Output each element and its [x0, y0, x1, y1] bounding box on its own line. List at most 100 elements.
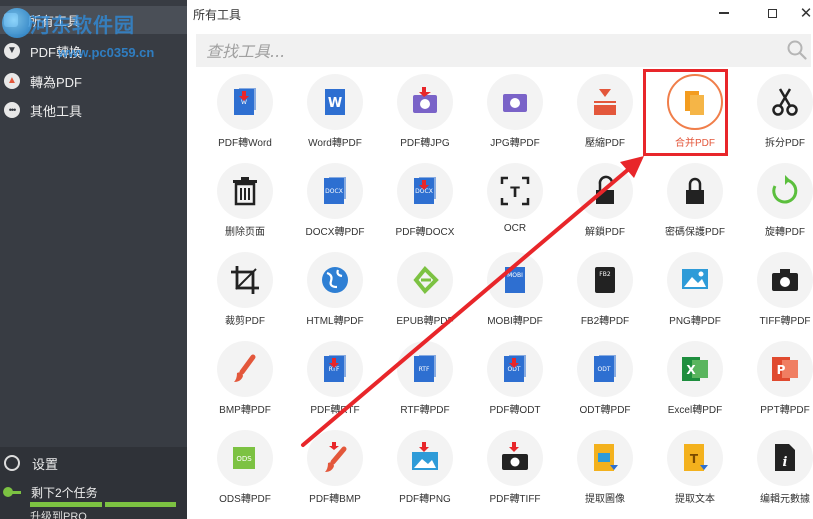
sidebar-item-label: PDF轉換	[30, 44, 83, 60]
svg-text:X: X	[686, 363, 696, 377]
tool-docx-to-pdf-button[interactable]: DOCX DOCX轉PDF	[290, 157, 380, 245]
sidebar-item-to-pdf[interactable]: ▲ 轉為PDF	[0, 67, 187, 95]
close-button[interactable]: ✕	[791, 2, 813, 24]
maximize-icon	[767, 8, 777, 18]
tool-camera-button[interactable]: TIFF轉PDF	[740, 246, 813, 334]
tool-label: PDF轉RTF	[310, 405, 360, 416]
tool-pdf-to-jpg-button[interactable]: PDF轉JPG	[380, 68, 470, 156]
minimize-icon	[719, 12, 729, 14]
tool-label: RTF轉PDF	[400, 405, 450, 416]
svg-text:FB2: FB2	[599, 271, 611, 278]
html-globe-icon	[307, 252, 363, 308]
tool-lock-button[interactable]: 密碼保護PDF	[650, 157, 740, 245]
tool-pdf-to-word-button[interactable]: W PDF轉Word	[200, 68, 290, 156]
tool-excel-button[interactable]: X Excel轉PDF	[650, 335, 740, 423]
tool-label: TIFF轉PDF	[759, 316, 811, 327]
sidebar-item-pdf-convert[interactable]: ▼ PDF轉換	[0, 37, 187, 65]
upload-icon: ▲	[4, 73, 20, 89]
metadata-icon: i	[757, 430, 813, 486]
tool-label: FB2轉PDF	[580, 316, 630, 327]
tool-html-globe-button[interactable]: HTML轉PDF	[290, 246, 380, 334]
pdf-to-jpg-icon	[397, 74, 453, 130]
tool-label: PDF轉TIFF	[489, 494, 541, 505]
tool-pdf-to-bmp-button[interactable]: PDF轉BMP	[290, 424, 380, 512]
upgrade-link[interactable]: 升级到PRO	[30, 508, 87, 519]
tool-label: JPG轉PDF	[490, 138, 540, 149]
tool-pdf-to-docx-button[interactable]: DOCX PDF轉DOCX	[380, 157, 470, 245]
sidebar-footer: 设置 剩下2个任务 升级到PRO	[0, 447, 187, 519]
tool-label: 解鎖PDF	[585, 227, 625, 238]
tool-pdf-to-rtf-button[interactable]: RTF PDF轉RTF	[290, 335, 380, 423]
tool-label: OCR	[503, 223, 527, 234]
tool-label: PDF轉BMP	[309, 494, 361, 505]
tool-ods-button[interactable]: ODS ODS轉PDF	[200, 424, 290, 512]
tool-extract-text-button[interactable]: T 提取文本	[650, 424, 740, 512]
camera-icon	[757, 252, 813, 308]
tasks-progress-bar	[30, 502, 176, 507]
tool-pdf-to-png-button[interactable]: PDF轉PNG	[380, 424, 470, 512]
tool-metadata-button[interactable]: i 编輯元數據	[740, 424, 813, 512]
tool-label: 编輯元數據	[760, 494, 810, 505]
tool-pdf-to-odt-button[interactable]: ODT PDF轉ODT	[470, 335, 560, 423]
gear-icon	[4, 455, 20, 471]
tool-extract-image-button[interactable]: 提取圖像	[560, 424, 650, 512]
key-icon	[3, 486, 21, 498]
tool-rotate-button[interactable]: 旋轉PDF	[740, 157, 813, 245]
tool-jpg-to-pdf-button[interactable]: JPG轉PDF	[470, 68, 560, 156]
ocr-icon: T	[487, 163, 543, 219]
grid-icon	[4, 13, 18, 27]
trash-icon	[217, 163, 273, 219]
tool-label: 密碼保護PDF	[665, 227, 725, 238]
tool-label: Excel轉PDF	[667, 405, 723, 416]
tool-trash-button[interactable]: 删除页面	[200, 157, 290, 245]
tool-png-image-button[interactable]: PNG轉PDF	[650, 246, 740, 334]
tool-grid: W PDF轉Word W Word轉PDF PDF轉JPG JPG轉PDF 壓縮PDF 合并P…	[187, 68, 813, 519]
tool-label: ODS轉PDF	[219, 494, 271, 505]
word-to-pdf-icon: W	[307, 74, 363, 130]
tool-label: PDF轉DOCX	[395, 227, 455, 238]
settings-button[interactable]: 设置	[0, 451, 187, 475]
tool-rtf-to-pdf-button[interactable]: RTF RTF轉PDF	[380, 335, 470, 423]
minimize-button[interactable]	[709, 2, 739, 24]
search-bar	[196, 34, 811, 67]
excel-icon: X	[667, 341, 723, 397]
tool-crop-button[interactable]: 裁剪PDF	[200, 246, 290, 334]
sidebar-item-label: 轉為PDF	[30, 74, 83, 90]
tool-unlock-button[interactable]: 解鎖PDF	[560, 157, 650, 245]
svg-text:DOCX: DOCX	[325, 188, 343, 195]
unlock-icon	[577, 163, 633, 219]
tool-mobi-button[interactable]: MOBI MOBI轉PDF	[470, 246, 560, 334]
tool-pdf-to-tiff-button[interactable]: PDF轉TIFF	[470, 424, 560, 512]
tool-label: 裁剪PDF	[225, 316, 265, 327]
tool-label: 合并PDF	[675, 138, 715, 149]
tool-label: 旋轉PDF	[765, 227, 805, 238]
tool-fb2-button[interactable]: FB2 FB2轉PDF	[560, 246, 650, 334]
search-icon[interactable]	[787, 40, 807, 60]
epub-icon	[397, 252, 453, 308]
tool-odt-to-pdf-button[interactable]: ODT ODT轉PDF	[560, 335, 650, 423]
tool-label: PDF轉ODT	[489, 405, 541, 416]
ods-icon: ODS	[217, 430, 273, 486]
tool-label: PPT轉PDF	[760, 405, 810, 416]
tool-label: 删除页面	[225, 227, 265, 238]
docx-to-pdf-icon: DOCX	[307, 163, 363, 219]
tool-brush-button[interactable]: BMP轉PDF	[200, 335, 290, 423]
tool-ocr-button[interactable]: T OCR	[470, 157, 560, 245]
maximize-button[interactable]	[757, 2, 787, 24]
svg-text:P: P	[777, 363, 786, 377]
fb2-icon: FB2	[577, 252, 633, 308]
search-input[interactable]	[206, 39, 766, 63]
mobi-icon: MOBI	[487, 252, 543, 308]
tool-epub-button[interactable]: EPUB轉PDF	[380, 246, 470, 334]
sidebar-item-all-tools[interactable]: 所有工具	[0, 6, 187, 34]
pdf-to-bmp-icon	[307, 430, 363, 486]
tool-compress-pdf-button[interactable]: 壓縮PDF	[560, 68, 650, 156]
tool-word-to-pdf-button[interactable]: W Word轉PDF	[290, 68, 380, 156]
tool-scissors-button[interactable]: 拆分PDF	[740, 68, 813, 156]
tool-ppt-button[interactable]: P PPT轉PDF	[740, 335, 813, 423]
sidebar-item-other-tools[interactable]: ••• 其他工具	[0, 96, 187, 124]
pdf-to-png-icon	[397, 430, 453, 486]
tool-label: PDF轉PNG	[399, 494, 451, 505]
png-image-icon	[667, 252, 723, 308]
tool-merge-pdf-button[interactable]: 合并PDF	[650, 68, 740, 156]
